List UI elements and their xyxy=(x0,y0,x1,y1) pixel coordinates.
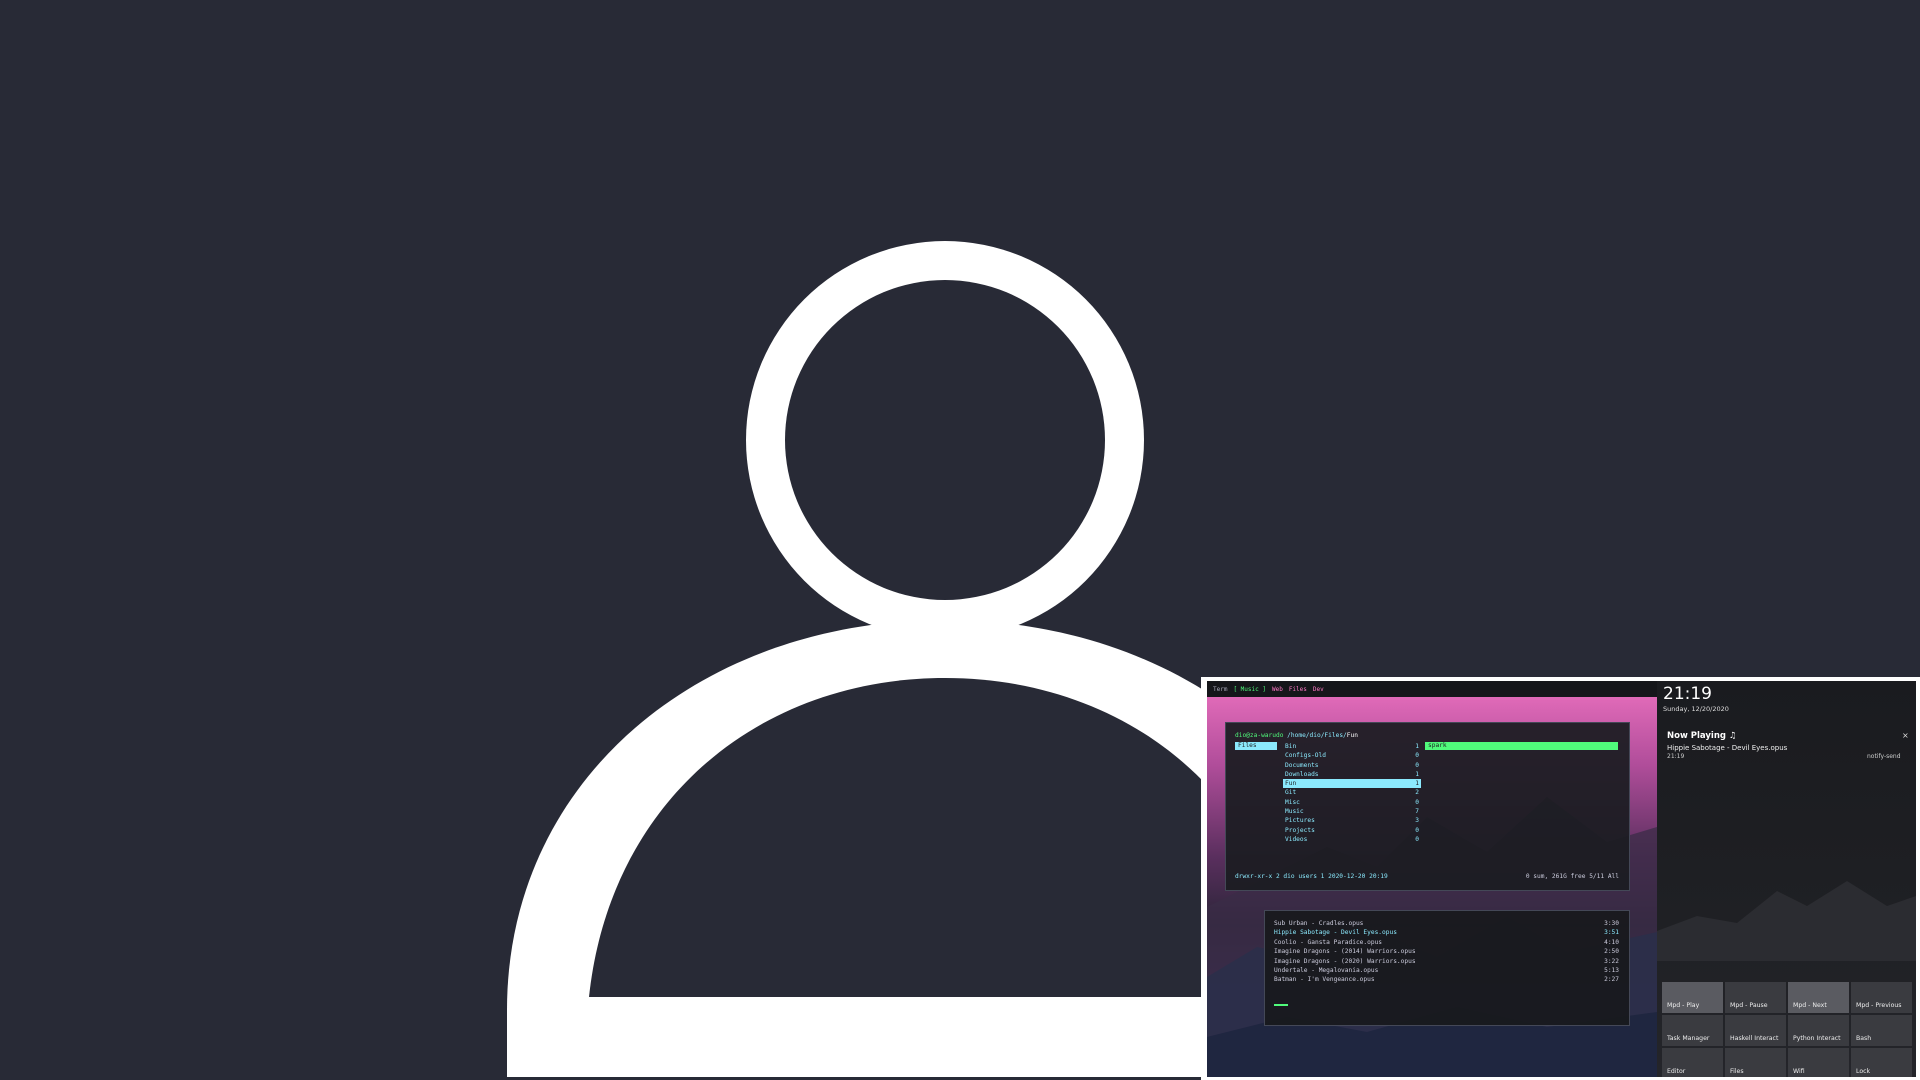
notification-title: Now Playing ♫ xyxy=(1667,731,1737,741)
track-title: Hippie Sabotage - Devil Eyes.opus xyxy=(1274,929,1397,937)
mpd-previous-button[interactable]: Mpd - Previous xyxy=(1851,982,1912,1013)
dir-name: Pictures xyxy=(1285,817,1315,825)
file-manager-path: dio@za-warudo /home/dio/Files/Fun xyxy=(1235,732,1358,739)
dir-count: 0 xyxy=(1415,798,1419,806)
dir-name: Bin xyxy=(1285,743,1297,750)
table-row[interactable]: Imagine Dragons - (2014) Warriors.opus 2:… xyxy=(1274,947,1619,956)
track-title: Imagine Dragons - (2014) Warriors.opus xyxy=(1274,948,1416,956)
list-item[interactable]: Bin 1 xyxy=(1283,742,1421,751)
list-item[interactable]: Projects 0 xyxy=(1283,826,1421,835)
notification-app: notify-send xyxy=(1867,753,1901,760)
workspace-bar: Term [ Music ] Web Files Dev xyxy=(1207,681,1657,697)
task-manager-button[interactable]: Task Manager xyxy=(1662,1015,1723,1046)
preview-item[interactable]: spark xyxy=(1425,742,1618,750)
track-title: Batman - I'm Vengeance.opus xyxy=(1274,976,1375,984)
track-title: Coolio - Gansta Paradice.opus xyxy=(1274,938,1383,946)
table-row[interactable]: Sub Urban - Cradles.opus 3:30 xyxy=(1274,919,1619,928)
current-dir: Fun xyxy=(1346,732,1358,739)
directory-list: Bin 1 Configs-Old 0 Documents 0 Downloads 1 … xyxy=(1283,742,1421,844)
dir-name: Projects xyxy=(1285,826,1315,834)
playlist: Sub Urban - Cradles.opus 3:30 Hippie Sabo… xyxy=(1274,919,1619,985)
dir-name: Misc xyxy=(1285,798,1300,806)
mpd-next-button[interactable]: Mpd - Next xyxy=(1788,982,1849,1013)
workspace-term[interactable]: Term xyxy=(1213,686,1227,693)
dir-count: 0 xyxy=(1415,761,1419,769)
list-item[interactable]: Misc 0 xyxy=(1283,798,1421,807)
date: Sunday, 12/20/2020 xyxy=(1663,705,1729,713)
track-length: 5:13 xyxy=(1604,966,1619,974)
track-length: 2:50 xyxy=(1604,948,1619,956)
table-row[interactable]: Batman - I'm Vengeance.opus 2:27 xyxy=(1274,975,1619,984)
action-grid: Mpd - Play Mpd - Pause Mpd - Next Mpd - … xyxy=(1662,982,1912,1077)
list-item[interactable]: Downloads 1 xyxy=(1283,770,1421,779)
dir-name: Documents xyxy=(1285,761,1319,769)
haskell-interact-button[interactable]: Haskell Interact xyxy=(1725,1015,1786,1046)
notification-body: Hippie Sabotage - Devil Eyes.opus xyxy=(1667,744,1788,752)
table-row-playing[interactable]: Hippie Sabotage - Devil Eyes.opus 3:51 xyxy=(1274,928,1619,937)
dir-count: 1 xyxy=(1415,780,1419,788)
track-length: 2:27 xyxy=(1604,976,1619,984)
python-interact-button[interactable]: Python Interact xyxy=(1788,1015,1849,1046)
user-host: dio@za-warudo xyxy=(1235,732,1284,739)
file-manager-window[interactable]: dio@za-warudo /home/dio/Files/Fun Files … xyxy=(1225,722,1630,891)
clock: 21:19 xyxy=(1663,684,1712,704)
desktop: Term [ Music ] Web Files Dev dio@za-waru… xyxy=(1207,681,1916,1077)
parent-dir-item[interactable]: Files xyxy=(1235,742,1277,750)
list-item[interactable]: Git 2 xyxy=(1283,788,1421,797)
workspace-dev[interactable]: Dev xyxy=(1313,686,1324,693)
track-title: Sub Urban - Cradles.opus xyxy=(1274,920,1364,927)
current-path: /home/dio/Files/ xyxy=(1287,732,1347,739)
editor-button[interactable]: Editor xyxy=(1662,1048,1723,1077)
files-button[interactable]: Files xyxy=(1725,1048,1786,1077)
dir-count: 1 xyxy=(1415,743,1419,750)
dir-count: 1 xyxy=(1415,770,1419,778)
list-item[interactable]: Music 7 xyxy=(1283,807,1421,816)
mpd-play-button[interactable]: Mpd - Play xyxy=(1662,982,1723,1013)
table-row[interactable]: Coolio - Gansta Paradice.opus 4:10 xyxy=(1274,938,1619,947)
lock-button[interactable]: Lock xyxy=(1851,1048,1912,1077)
dir-name: Fun xyxy=(1285,780,1297,788)
wifi-button[interactable]: Wifi xyxy=(1788,1048,1849,1077)
bash-button[interactable]: Bash xyxy=(1851,1015,1912,1046)
track-length: 3:22 xyxy=(1604,957,1619,965)
track-title: Imagine Dragons - (2020) Warriors.opus xyxy=(1274,957,1416,965)
dir-count: 3 xyxy=(1415,817,1419,825)
dir-count: 2 xyxy=(1415,789,1419,797)
panel-mountain-backdrop xyxy=(1657,881,1916,961)
list-item-selected[interactable]: Fun 1 xyxy=(1283,779,1421,789)
track-title: Undertale - Megalovania.opus xyxy=(1274,966,1379,974)
workspace-web[interactable]: Web xyxy=(1272,686,1283,693)
music-player-window[interactable]: Sub Urban - Cradles.opus 3:30 Hippie Sabo… xyxy=(1264,910,1630,1026)
dir-count: 0 xyxy=(1415,826,1419,834)
progress-bar[interactable] xyxy=(1274,1004,1288,1006)
dir-count: 0 xyxy=(1415,752,1419,760)
table-row[interactable]: Undertale - Megalovania.opus 5:13 xyxy=(1274,966,1619,975)
table-row[interactable]: Imagine Dragons - (2020) Warriors.opus 3:… xyxy=(1274,957,1619,966)
track-length: 4:10 xyxy=(1604,938,1619,946)
dir-name: Configs-Old xyxy=(1285,752,1326,760)
desktop-screenshot: Term [ Music ] Web Files Dev dio@za-waru… xyxy=(1201,677,1920,1080)
track-length: 3:30 xyxy=(1604,920,1619,927)
list-item[interactable]: Videos 0 xyxy=(1283,835,1421,844)
dir-count: 7 xyxy=(1415,808,1419,816)
mpd-pause-button[interactable]: Mpd - Pause xyxy=(1725,982,1786,1013)
workspace-music[interactable]: [ Music ] xyxy=(1233,686,1266,693)
dir-name: Downloads xyxy=(1285,770,1319,778)
status-disk: 0 sum, 261G free 5/11 All xyxy=(1525,873,1619,880)
close-icon[interactable]: × xyxy=(1902,731,1909,740)
list-item[interactable]: Configs-Old 0 xyxy=(1283,751,1421,760)
file-manager-status: drwxr-xr-x 2 dio users 1 2020-12-20 20:1… xyxy=(1235,873,1619,880)
dir-count: 0 xyxy=(1415,835,1419,843)
dir-name: Git xyxy=(1285,789,1297,797)
list-item[interactable]: Documents 0 xyxy=(1283,761,1421,770)
dir-name: Music xyxy=(1285,808,1304,816)
workspace-files[interactable]: Files xyxy=(1289,686,1307,693)
status-permissions: drwxr-xr-x 2 dio users 1 2020-12-20 20:1… xyxy=(1235,873,1388,880)
side-panel: 21:19 Sunday, 12/20/2020 Now Playing ♫ ×… xyxy=(1657,681,1916,1077)
dir-name: Videos xyxy=(1285,835,1308,843)
list-item[interactable]: Pictures 3 xyxy=(1283,816,1421,825)
notification-time: 21:19 xyxy=(1667,753,1685,760)
track-length: 3:51 xyxy=(1604,929,1619,937)
